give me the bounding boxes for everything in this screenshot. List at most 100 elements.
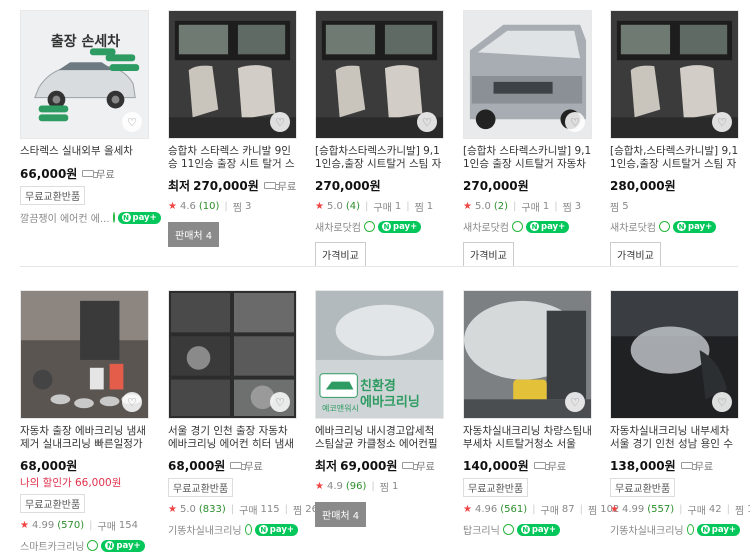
review-count[interactable]: (561) xyxy=(500,504,527,515)
product-card[interactable]: ♡ 자동차실내크리닝 차량스팀내부세차 시트탈거청소 서울인... 140,00… xyxy=(463,280,619,537)
talk-icon[interactable] xyxy=(112,212,115,223)
review-count[interactable]: (2) xyxy=(494,201,508,212)
price-line: 138,000원 무료 xyxy=(610,457,740,474)
seller-count-button[interactable]: 판매처 4 xyxy=(315,502,367,527)
product-title[interactable]: 자동차실내크리닝 내부세차 서울 경기 인천 성남 용인 수원 ... xyxy=(610,425,740,451)
store-name[interactable]: 스마트카크리닝 xyxy=(20,538,84,553)
rating-line: ★ 4.99 (557) | 구매 42 | 찜 120 xyxy=(610,502,750,517)
review-count[interactable]: (4) xyxy=(346,201,360,212)
product-image[interactable]: ♡ xyxy=(168,290,297,419)
store-name[interactable]: 탑크리닉 xyxy=(463,522,500,537)
zzim-label: 찜 xyxy=(414,203,424,214)
heart-icon[interactable]: ♡ xyxy=(417,112,437,132)
talk-icon[interactable] xyxy=(244,524,252,535)
product-title[interactable]: 스타렉스 실내외부 올세차 xyxy=(20,145,150,159)
review-count[interactable]: (10) xyxy=(199,201,220,212)
buy-label: 구매 xyxy=(540,506,559,517)
heart-icon[interactable]: ♡ xyxy=(712,112,732,132)
store-line: 기똥차실내크리닝 Npay + xyxy=(610,522,740,537)
product-card[interactable]: ♡ 자동차실내크리닝 내부세차 서울 경기 인천 성남 용인 수원 ... 13… xyxy=(610,280,750,537)
heart-icon[interactable]: ♡ xyxy=(122,392,142,412)
rating: 4.9 xyxy=(326,481,343,492)
free-return-badge: 무료교환반품 xyxy=(610,478,676,497)
buy-count: 1 xyxy=(394,201,402,212)
product-title[interactable]: 자동차 출장 에바크리닝 냄새제거 실내크리닝 빠른일정가능 ... xyxy=(20,425,150,451)
product-card[interactable]: ♡ [승합차,스타렉스카니발] 9,11인승,출장 시트탈거 스팀 자동... … xyxy=(610,0,740,267)
price-line: 최저 270,000원 무료 xyxy=(168,177,298,194)
zzim-label: 찜 xyxy=(293,506,303,517)
product-title[interactable]: [승합차,스타렉스카니발] 9,11인승,출장 시트탈거 스팀 자동... xyxy=(610,145,740,171)
product-image[interactable]: ♡ xyxy=(610,290,739,419)
price-line: 140,000원 무료 xyxy=(463,457,593,474)
review-count[interactable]: (96) xyxy=(346,481,367,492)
product-image[interactable]: ♡ xyxy=(463,290,592,419)
product-title[interactable]: 서울 경기 인천 출장 자동차 에바크리닝 에어컨 히터 냄새 ... xyxy=(168,425,298,451)
store-name[interactable]: 새차로닷컴 xyxy=(610,219,656,234)
review-count[interactable]: (570) xyxy=(57,520,84,531)
talk-icon[interactable] xyxy=(364,221,375,232)
store-line: 새차로닷컴 Npay + xyxy=(610,219,740,234)
review-count[interactable]: (557) xyxy=(647,504,674,515)
price-line: 270,000원 xyxy=(463,177,593,194)
price: 68,000원 xyxy=(168,459,226,473)
product-card[interactable]: ♡ 자동차 출장 에바크리닝 냄새제거 실내크리닝 빠른일정가능 ... 68,… xyxy=(20,280,150,553)
product-card[interactable]: ♡ [승합차 스타렉스카니발] 9,11인승 출장 시트탈거 자동차 ... 2… xyxy=(463,0,593,267)
product-card[interactable]: 출장 손세차 ♡ 스타렉스 실내외부 올세차 66,000원 무료 무료교환반품… xyxy=(20,0,161,225)
rating: 4.96 xyxy=(474,504,498,515)
product-title[interactable]: 에바크리닝 내시경고압세척 스팀살균 카클청소 에어컨필터... xyxy=(315,425,445,451)
price-prefix: 최저 xyxy=(168,179,191,193)
product-card[interactable]: ♡ 서울 경기 인천 출장 자동차 에바크리닝 에어컨 히터 냄새 ... 68… xyxy=(168,280,324,537)
rating-line: ★ 4.99 (570) | 구매 154 xyxy=(20,520,138,533)
talk-icon[interactable] xyxy=(502,524,514,535)
product-title[interactable]: [승합차스타렉스카니발] 9,11인승,출장 시트탈거 스팀 자동... xyxy=(315,145,445,171)
price-compare-button[interactable]: 가격비교 xyxy=(315,242,366,267)
heart-icon[interactable]: ♡ xyxy=(270,392,290,412)
store-line: 기똥차실내크리닝 Npay + xyxy=(168,522,298,537)
shipping: 무료 xyxy=(263,178,296,193)
talk-icon[interactable] xyxy=(512,221,523,232)
store-name[interactable]: 새차로닷컴 xyxy=(315,219,361,234)
store-name[interactable]: 기똥차실내크리닝 xyxy=(610,522,684,537)
product-card[interactable]: ♡ [승합차스타렉스카니발] 9,11인승,출장 시트탈거 스팀 자동... 2… xyxy=(315,0,445,267)
store-name[interactable]: 기똥차실내크리닝 xyxy=(168,522,242,537)
heart-icon[interactable]: ♡ xyxy=(565,112,585,132)
product-image[interactable]: ♡ xyxy=(315,10,444,139)
rating: 5.0 xyxy=(326,201,343,212)
price-compare-button[interactable]: 가격비교 xyxy=(463,242,514,267)
product-card[interactable]: 친환경 에바크리닝 예코맨워시 에바크리닝 내시경고압세척 스팀살균 카클청소 … xyxy=(315,280,445,527)
zzim-count: 3 xyxy=(244,201,252,212)
product-title[interactable]: [승합차 스타렉스카니발] 9,11인승 출장 시트탈거 자동차 ... xyxy=(463,145,593,171)
rating-line: ★ 5.0 (4) | 구매 1 | 찜 1 xyxy=(315,201,434,214)
talk-icon[interactable] xyxy=(87,540,99,551)
product-image[interactable]: 친환경 에바크리닝 예코맨워시 xyxy=(315,290,444,419)
star-icon: ★ xyxy=(168,201,177,212)
seller-count-button[interactable]: 판매처 4 xyxy=(168,222,220,247)
zzim-label: 찜 xyxy=(379,483,389,494)
product-image[interactable]: ♡ xyxy=(463,10,592,139)
heart-icon[interactable]: ♡ xyxy=(270,112,290,132)
buy-label: 구매 xyxy=(97,522,116,533)
heart-icon[interactable]: ♡ xyxy=(565,392,585,412)
free-return-badge: 무료교환반품 xyxy=(463,478,529,497)
heart-icon[interactable]: ♡ xyxy=(712,392,732,412)
heart-icon[interactable]: ♡ xyxy=(122,112,142,132)
store-name[interactable]: 깔끔쟁이 에어컨 에... xyxy=(20,210,110,225)
product-image[interactable]: ♡ xyxy=(610,10,739,139)
talk-icon[interactable] xyxy=(659,221,670,232)
product-title[interactable]: 승합차 스타렉스 카니발 9인승 11인승 출장 시트 탈거 스팀 ... xyxy=(168,145,298,171)
product-card[interactable]: ♡ 승합차 스타렉스 카니발 9인승 11인승 출장 시트 탈거 스팀 ... … xyxy=(168,0,298,247)
price-compare-button[interactable]: 가격비교 xyxy=(610,242,661,267)
product-image[interactable]: 출장 손세차 ♡ xyxy=(20,10,149,139)
product-image[interactable]: ♡ xyxy=(168,10,297,139)
price: 140,000원 xyxy=(463,459,529,473)
zzim-label: 찜 xyxy=(588,506,598,517)
truck-icon xyxy=(230,462,247,470)
thumb-headline-1: 친환경 xyxy=(360,379,396,394)
product-image[interactable]: ♡ xyxy=(20,290,149,419)
store-name[interactable]: 새차로닷컴 xyxy=(463,219,509,234)
talk-icon[interactable] xyxy=(686,524,694,535)
product-title[interactable]: 자동차실내크리닝 차량스팀내부세차 시트탈거청소 서울인... xyxy=(463,425,593,451)
price-line: 66,000원 무료 xyxy=(20,165,150,182)
star-icon: ★ xyxy=(463,201,472,212)
review-count[interactable]: (833) xyxy=(199,504,226,515)
